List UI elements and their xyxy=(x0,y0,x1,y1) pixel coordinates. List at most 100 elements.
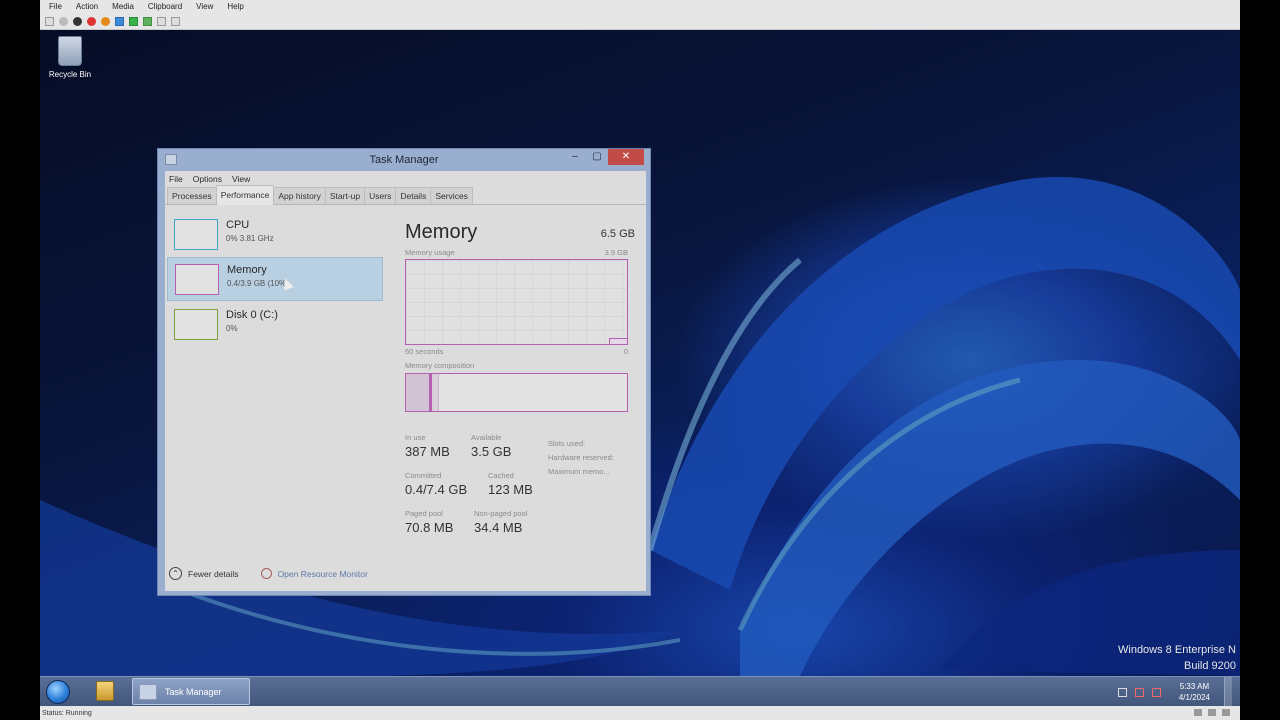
stat-label: Committed xyxy=(405,471,442,480)
shutdown-icon[interactable] xyxy=(87,16,96,26)
keyboard-icon xyxy=(1194,709,1202,716)
host-menubar: File Action Media Clipboard View Help xyxy=(40,0,1240,13)
perf-item-title: CPU xyxy=(226,219,250,231)
usage-graph-fill xyxy=(609,338,627,344)
pause-icon[interactable] xyxy=(115,16,124,26)
start-icon[interactable] xyxy=(59,16,68,26)
tm-titlebar[interactable]: Task Manager – ▢ ✕ xyxy=(158,149,650,171)
perf-item-memory[interactable]: Memory 0.4/3.9 GB (10%) xyxy=(167,257,383,301)
mouse-icon xyxy=(1208,709,1216,716)
maximum-memory-label: Maximum memo... xyxy=(548,467,610,476)
slots-used-label: Slots used: xyxy=(548,439,586,448)
stat-available: Available 3.5 GB xyxy=(471,433,511,459)
host-menu-clipboard[interactable]: Clipboard xyxy=(148,2,182,11)
stat-label: Paged pool xyxy=(405,509,443,518)
taskbar: Task Manager 5:33 AM 4/1/2024 xyxy=(40,676,1240,707)
tm-menu-options[interactable]: Options xyxy=(193,174,222,184)
chevron-up-icon[interactable]: ⌃ xyxy=(169,567,182,580)
maximize-button[interactable]: ▢ xyxy=(586,149,608,165)
ctrl-alt-del-icon[interactable] xyxy=(45,16,54,26)
host-menu-action[interactable]: Action xyxy=(76,2,98,11)
perf-item-sub: 0% 3.81 GHz xyxy=(226,234,274,243)
network-icon[interactable] xyxy=(1134,687,1144,697)
tab-performance[interactable]: Performance xyxy=(215,185,275,205)
show-desktop-button[interactable] xyxy=(1224,677,1232,707)
close-button[interactable]: ✕ xyxy=(608,149,644,165)
stat-cached: Cached 123 MB xyxy=(488,471,533,497)
host-menu-view[interactable]: View xyxy=(196,2,213,11)
perf-item-disk[interactable]: Disk 0 (C:) 0% xyxy=(167,303,383,347)
clock[interactable]: 5:33 AM 4/1/2024 xyxy=(1179,681,1210,703)
tab-processes[interactable]: Processes xyxy=(167,187,217,204)
memory-heading: Memory xyxy=(405,221,478,243)
os-edition: Windows 8 Enterprise N xyxy=(1118,644,1236,656)
vm-status: Status: Running xyxy=(42,709,92,717)
checkpoint-icon[interactable] xyxy=(143,16,152,26)
recycle-bin-label: Recycle Bin xyxy=(48,70,92,79)
composition-label: Memory composition xyxy=(405,361,475,370)
tab-users[interactable]: Users xyxy=(364,187,397,204)
host-menu-help[interactable]: Help xyxy=(227,2,243,11)
action-center-icon[interactable] xyxy=(1117,687,1127,697)
taskbar-task-manager[interactable]: Task Manager xyxy=(132,678,250,705)
stat-label: Cached xyxy=(488,471,514,480)
enhanced-session-icon[interactable] xyxy=(171,16,180,26)
taskbar-task-label: Task Manager xyxy=(165,686,222,697)
open-resource-monitor-link[interactable]: Open Resource Monitor xyxy=(278,569,368,579)
os-watermark: Windows 8 Enterprise N Build 9200 xyxy=(1118,642,1236,674)
tm-menu-view[interactable]: View xyxy=(232,174,250,184)
reset-icon[interactable] xyxy=(129,16,138,26)
host-status-icons xyxy=(1194,709,1230,716)
memory-panel: Memory 6.5 GB Memory usage 3.9 GB 60 sec… xyxy=(405,215,635,545)
perf-item-title: Disk 0 (C:) xyxy=(226,309,278,321)
clock-date: 4/1/2024 xyxy=(1178,693,1210,702)
tm-client: File Options View Processes Performance … xyxy=(165,171,646,591)
system-tray: 5:33 AM 4/1/2024 xyxy=(1117,677,1232,707)
stat-label: In use xyxy=(405,433,426,442)
revert-icon[interactable] xyxy=(157,16,166,26)
task-manager-title-icon xyxy=(165,154,177,165)
lock-icon xyxy=(1222,709,1230,716)
file-explorer-icon[interactable] xyxy=(96,681,114,701)
stat-value: 123 MB xyxy=(488,482,533,497)
perf-item-sub: 0% xyxy=(226,324,238,333)
tm-tabs: Processes Performance App history Start-… xyxy=(165,185,646,205)
composition-standby xyxy=(432,374,439,411)
usage-label: Memory usage xyxy=(405,248,455,257)
stat-value: 387 MB xyxy=(405,444,450,459)
fewer-details-link[interactable]: Fewer details xyxy=(188,569,239,579)
volume-muted-icon[interactable] xyxy=(1151,687,1161,697)
memory-composition-bar xyxy=(405,373,628,412)
tab-app-history[interactable]: App history xyxy=(273,187,326,204)
task-manager-icon xyxy=(139,683,157,700)
minimize-button[interactable]: – xyxy=(564,149,586,165)
tab-services[interactable]: Services xyxy=(430,187,473,204)
tab-start-up[interactable]: Start-up xyxy=(324,187,366,204)
axis-right-label: 0 xyxy=(623,347,628,356)
task-manager-window: Task Manager – ▢ ✕ File Options View Pro… xyxy=(157,148,651,596)
tm-title: Task Manager xyxy=(369,154,439,166)
host-menu-file[interactable]: File xyxy=(49,2,62,11)
stat-label: Non-paged pool xyxy=(474,509,528,518)
stat-non-paged-pool: Non-paged pool 34.4 MB xyxy=(474,509,527,535)
stat-value: 0.4/7.4 GB xyxy=(405,482,468,497)
stat-value: 34.4 MB xyxy=(474,520,523,535)
clock-time: 5:33 AM xyxy=(1179,682,1210,691)
stat-in-use: In use 387 MB xyxy=(405,433,450,459)
os-build: Build 9200 xyxy=(1184,660,1236,672)
memory-thumbnail-graph xyxy=(175,264,219,295)
tab-details[interactable]: Details xyxy=(395,187,432,204)
tm-menu-file[interactable]: File xyxy=(169,174,183,184)
host-menu-media[interactable]: Media xyxy=(112,2,134,11)
perf-item-cpu[interactable]: CPU 0% 3.81 GHz xyxy=(167,213,383,257)
stat-label: Available xyxy=(471,433,502,442)
perf-sidebar: CPU 0% 3.81 GHz Memory 0.4/3.9 GB (10%) … xyxy=(167,207,385,537)
stat-paged-pool: Paged pool 70.8 MB xyxy=(405,509,453,535)
usage-max: 3.9 GB xyxy=(604,248,628,257)
turn-off-icon[interactable] xyxy=(73,16,82,26)
memory-usage-graph xyxy=(405,259,628,345)
start-button[interactable] xyxy=(46,680,70,704)
save-state-icon[interactable] xyxy=(101,16,110,26)
recycle-bin-shortcut[interactable]: Recycle Bin xyxy=(42,36,98,79)
host-statusbar: Status: Running xyxy=(40,706,1240,720)
